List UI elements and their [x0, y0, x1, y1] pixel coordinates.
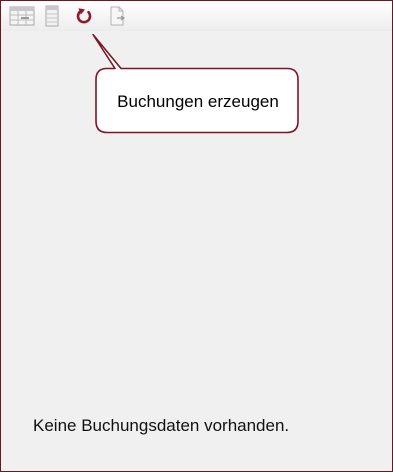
- table-view-icon: [9, 6, 35, 26]
- tooltip-text: Buchungen erzeugen: [117, 92, 279, 111]
- refresh-button[interactable]: [73, 4, 95, 28]
- refresh-icon: [76, 8, 92, 24]
- toolbar: [1, 1, 392, 31]
- column-view-button[interactable]: [43, 4, 61, 28]
- booking-panel: Buchungen erzeugen Keine Buchungsdaten v…: [0, 0, 393, 472]
- document-export-icon: [110, 6, 126, 26]
- empty-state-message: Keine Buchungsdaten vorhanden.: [33, 416, 290, 435]
- table-view-button[interactable]: [8, 4, 36, 28]
- callout-bubble-shape: [92, 34, 299, 134]
- tooltip-callout: Buchungen erzeugen: [89, 34, 303, 138]
- document-export-button[interactable]: [107, 4, 127, 28]
- column-view-icon: [45, 5, 59, 27]
